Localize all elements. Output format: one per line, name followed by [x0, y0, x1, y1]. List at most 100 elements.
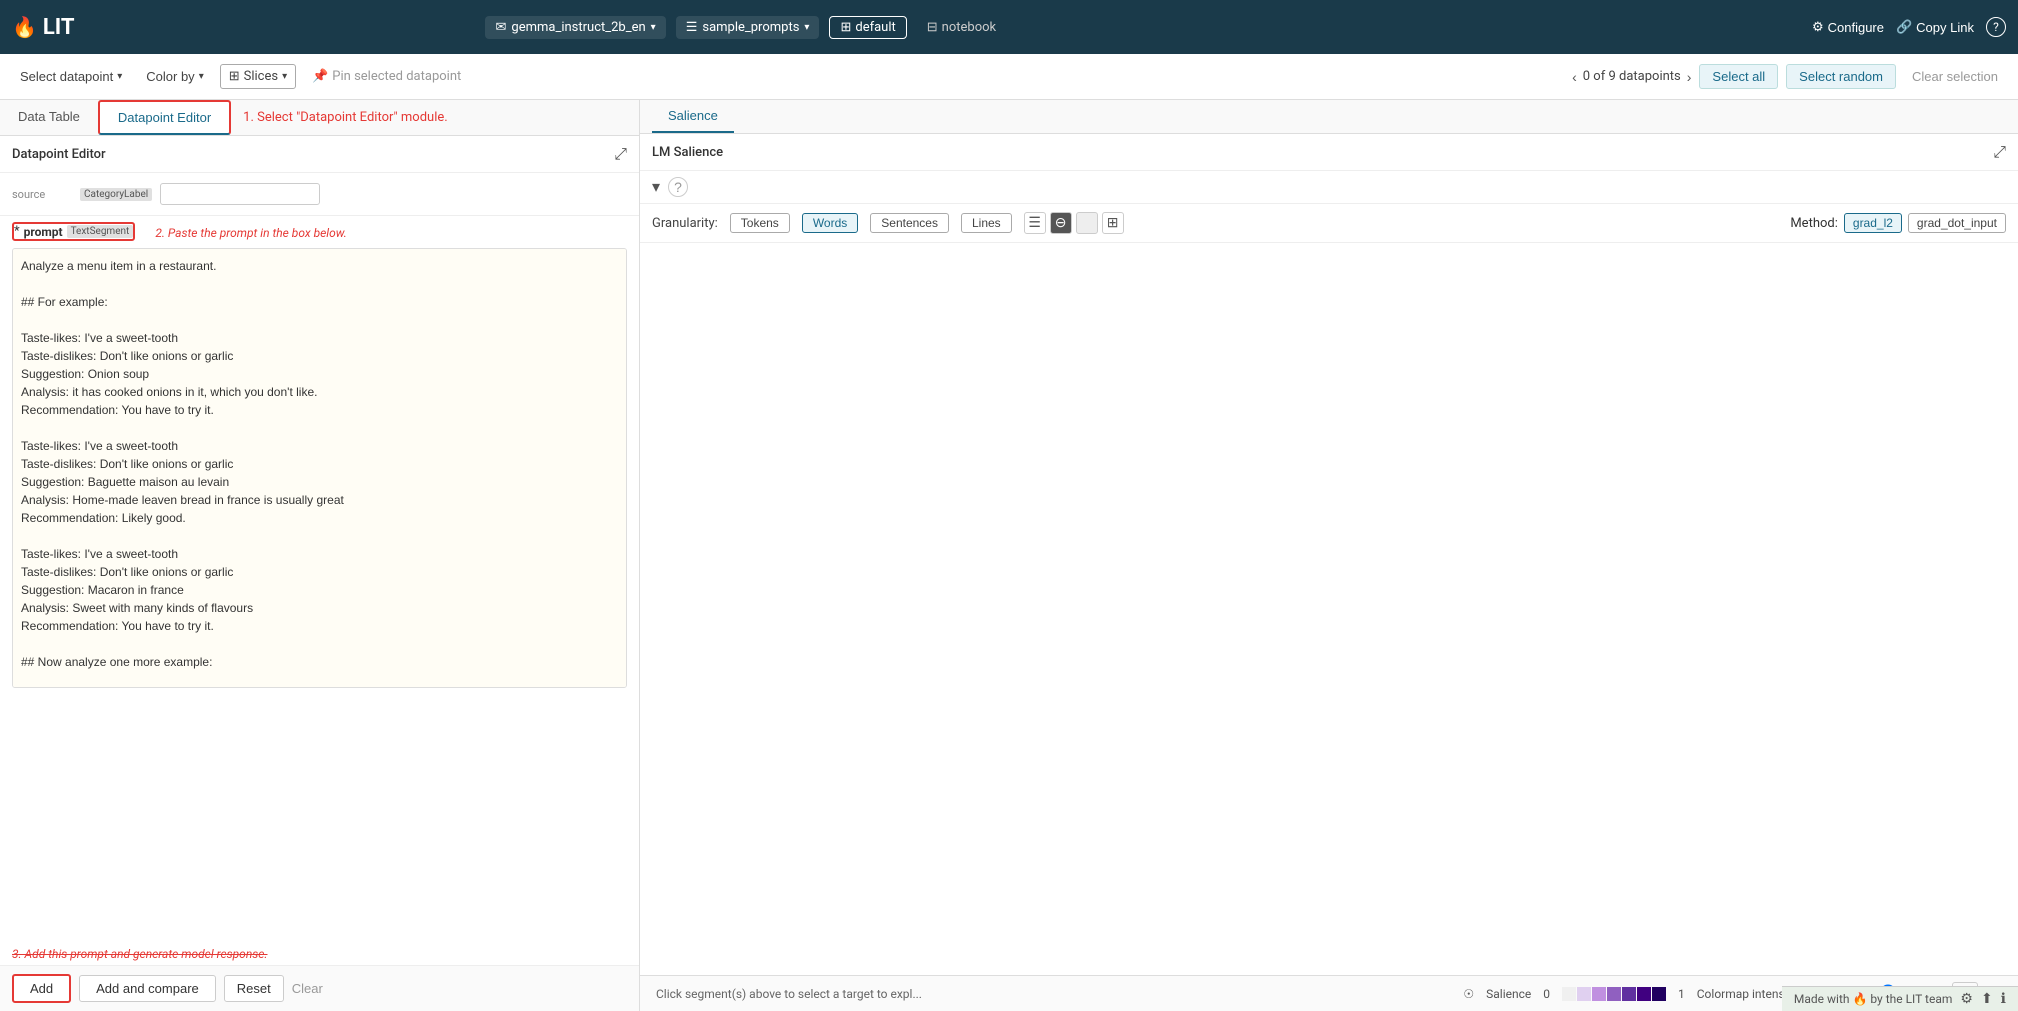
color-box-5 — [1622, 987, 1636, 1001]
reset-label: Reset — [237, 981, 271, 996]
granularity-sentences-label: Sentences — [881, 216, 938, 230]
made-with-text: Made with 🔥 by the LIT team — [1794, 992, 1952, 1006]
reset-button[interactable]: Reset — [224, 975, 284, 1002]
editor-panel: Datapoint Editor ⤢ source CategoryLabel … — [0, 136, 639, 965]
toolbar: Select datapoint ▾ Color by ▾ ⊞ Slices ▾… — [0, 54, 2018, 100]
granularity-tokens-button[interactable]: Tokens — [730, 213, 790, 233]
prev-datapoint-button[interactable]: ‹ — [1572, 69, 1577, 85]
source-field-row: source CategoryLabel — [12, 183, 627, 205]
granularity-tokens-label: Tokens — [741, 216, 779, 230]
copy-link-button[interactable]: 🔗 Copy Link — [1896, 19, 1974, 35]
prompt-row: * prompt TextSegment 2. Paste the prompt… — [0, 216, 639, 244]
add-compare-button[interactable]: Add and compare — [79, 975, 216, 1002]
copy-link-label: Copy Link — [1916, 20, 1974, 35]
gear-icon: ⚙ — [1812, 19, 1824, 35]
tag-default-label: default — [855, 20, 895, 35]
slices-button[interactable]: ⊞ Slices ▾ — [220, 64, 296, 89]
granularity-lines-button[interactable]: Lines — [961, 213, 1012, 233]
flame-icon: 🔥 — [12, 15, 37, 39]
color-box-4 — [1607, 987, 1621, 1001]
tag-notebook-icon: ⊟ — [927, 20, 938, 35]
prompt-label: prompt — [24, 225, 63, 239]
prompt-label-wrap: * prompt TextSegment — [12, 222, 135, 241]
tag-notebook-label: notebook — [942, 20, 996, 35]
editor-fields: source CategoryLabel — [0, 173, 639, 216]
annotation-2-text: 2. Paste the prompt in the box below. — [155, 226, 347, 240]
share-icon[interactable]: ⬆ — [1981, 991, 1993, 1007]
right-tabs: Salience — [640, 100, 2018, 134]
dataset-selector[interactable]: ☰ sample_prompts ▾ — [676, 16, 820, 39]
model-icon: ✉ — [495, 20, 506, 35]
salience-controls: Granularity: Tokens Words Sentences Line… — [640, 204, 2018, 243]
help-icon-text: ? — [1993, 20, 1999, 34]
granularity-label: Granularity: — [652, 216, 718, 231]
dataset-name: sample_prompts — [702, 20, 799, 35]
model-selector[interactable]: ✉ gemma_instruct_2b_en ▾ — [485, 16, 665, 39]
view-grid-toggle[interactable] — [1076, 212, 1098, 234]
select-all-button[interactable]: Select all — [1699, 64, 1778, 89]
source-label: source — [12, 188, 72, 201]
annotation-3: 3. Add this prompt and generate model re… — [0, 947, 639, 965]
next-datapoint-button[interactable]: › — [1687, 69, 1692, 85]
granularity-words-label: Words — [813, 216, 847, 230]
salience-color-boxes — [1562, 987, 1666, 1001]
right-panel: Salience LM Salience ⤢ ▾ ? Granularity: … — [640, 100, 2018, 1011]
configure-button[interactable]: ⚙ Configure — [1812, 19, 1884, 35]
model-dropdown-icon: ▾ — [651, 22, 656, 33]
link-icon: 🔗 — [1896, 19, 1912, 35]
view-list-icon[interactable]: ☰ — [1024, 212, 1046, 234]
view-grid-icon[interactable]: ⊞ — [1102, 212, 1124, 234]
annotation-1-text: 1. Select "Datapoint Editor" module. — [243, 110, 448, 125]
granularity-words-button[interactable]: Words — [802, 213, 858, 233]
status-text: Click segment(s) above to select a targe… — [656, 987, 1451, 1001]
method-grad-l2-button[interactable]: grad_l2 — [1844, 213, 1902, 233]
add-compare-label: Add and compare — [96, 981, 199, 996]
color-by-arrow: ▾ — [199, 71, 204, 82]
info-icon[interactable]: ℹ — [2001, 991, 2006, 1007]
clear-label: Clear — [292, 981, 323, 996]
clear-selection-label: Clear selection — [1912, 69, 1998, 84]
datapoints-nav: ‹ 0 of 9 datapoints › — [1572, 69, 1691, 85]
salience-dropdown-icon[interactable]: ▾ — [652, 177, 660, 197]
configure-label: Configure — [1828, 20, 1884, 35]
method-grad-dot-label: grad_dot_input — [1917, 216, 1997, 230]
add-button-label: Add — [30, 981, 53, 996]
add-button[interactable]: Add — [12, 974, 71, 1003]
slices-label: Slices — [244, 69, 278, 84]
clear-selection-button[interactable]: Clear selection — [1904, 65, 2006, 88]
method-section: Method: grad_l2 grad_dot_input — [1790, 213, 2006, 233]
panel-tabs: Data Table Datapoint Editor 1. Select "D… — [0, 100, 639, 136]
color-by-label: Color by — [146, 69, 194, 84]
granularity-sentences-button[interactable]: Sentences — [870, 213, 949, 233]
salience-tab[interactable]: Salience — [652, 100, 734, 133]
app-title: LIT — [43, 15, 75, 40]
select-random-button[interactable]: Select random — [1786, 64, 1896, 89]
toolbar-right: ‹ 0 of 9 datapoints › Select all Select … — [1572, 64, 2006, 89]
pin-label: 📌 Pin selected datapoint — [304, 65, 469, 88]
select-all-label: Select all — [1712, 69, 1765, 84]
footer-bar: Made with 🔥 by the LIT team ⚙ ⬆ ℹ — [1782, 986, 2018, 1011]
pin-text: Pin selected datapoint — [332, 69, 461, 84]
salience-expand-icon[interactable]: ⤢ — [1993, 142, 2006, 162]
settings-icon[interactable]: ⚙ — [1960, 991, 1973, 1007]
clear-button[interactable]: Clear — [292, 981, 323, 996]
source-type-badge: CategoryLabel — [80, 188, 152, 201]
expand-icon[interactable]: ⤢ — [614, 144, 627, 164]
pin-icon: 📌 — [312, 69, 328, 84]
view-circle-icon[interactable]: ⊖ — [1050, 212, 1072, 234]
source-input[interactable] — [160, 183, 320, 205]
salience-info-icon[interactable]: ? — [668, 177, 688, 197]
model-name: gemma_instruct_2b_en — [511, 20, 645, 35]
salience-sub-controls: ▾ ? — [640, 171, 2018, 204]
data-table-tab[interactable]: Data Table — [0, 100, 98, 135]
help-button[interactable]: ? — [1986, 17, 2006, 37]
prompt-star: * — [14, 224, 20, 239]
salience-1-label: 1 — [1678, 987, 1685, 1001]
color-by-button[interactable]: Color by ▾ — [138, 65, 211, 88]
tag-default-badge[interactable]: ⊞ default — [829, 16, 906, 39]
datapoint-editor-tab[interactable]: Datapoint Editor — [98, 100, 231, 135]
tag-notebook-wrap[interactable]: ⊟ notebook — [917, 17, 1006, 38]
select-datapoint-button[interactable]: Select datapoint ▾ — [12, 65, 130, 88]
prompt-textarea[interactable]: Analyze a menu item in a restaurant. ## … — [12, 248, 627, 688]
method-grad-dot-button[interactable]: grad_dot_input — [1908, 213, 2006, 233]
